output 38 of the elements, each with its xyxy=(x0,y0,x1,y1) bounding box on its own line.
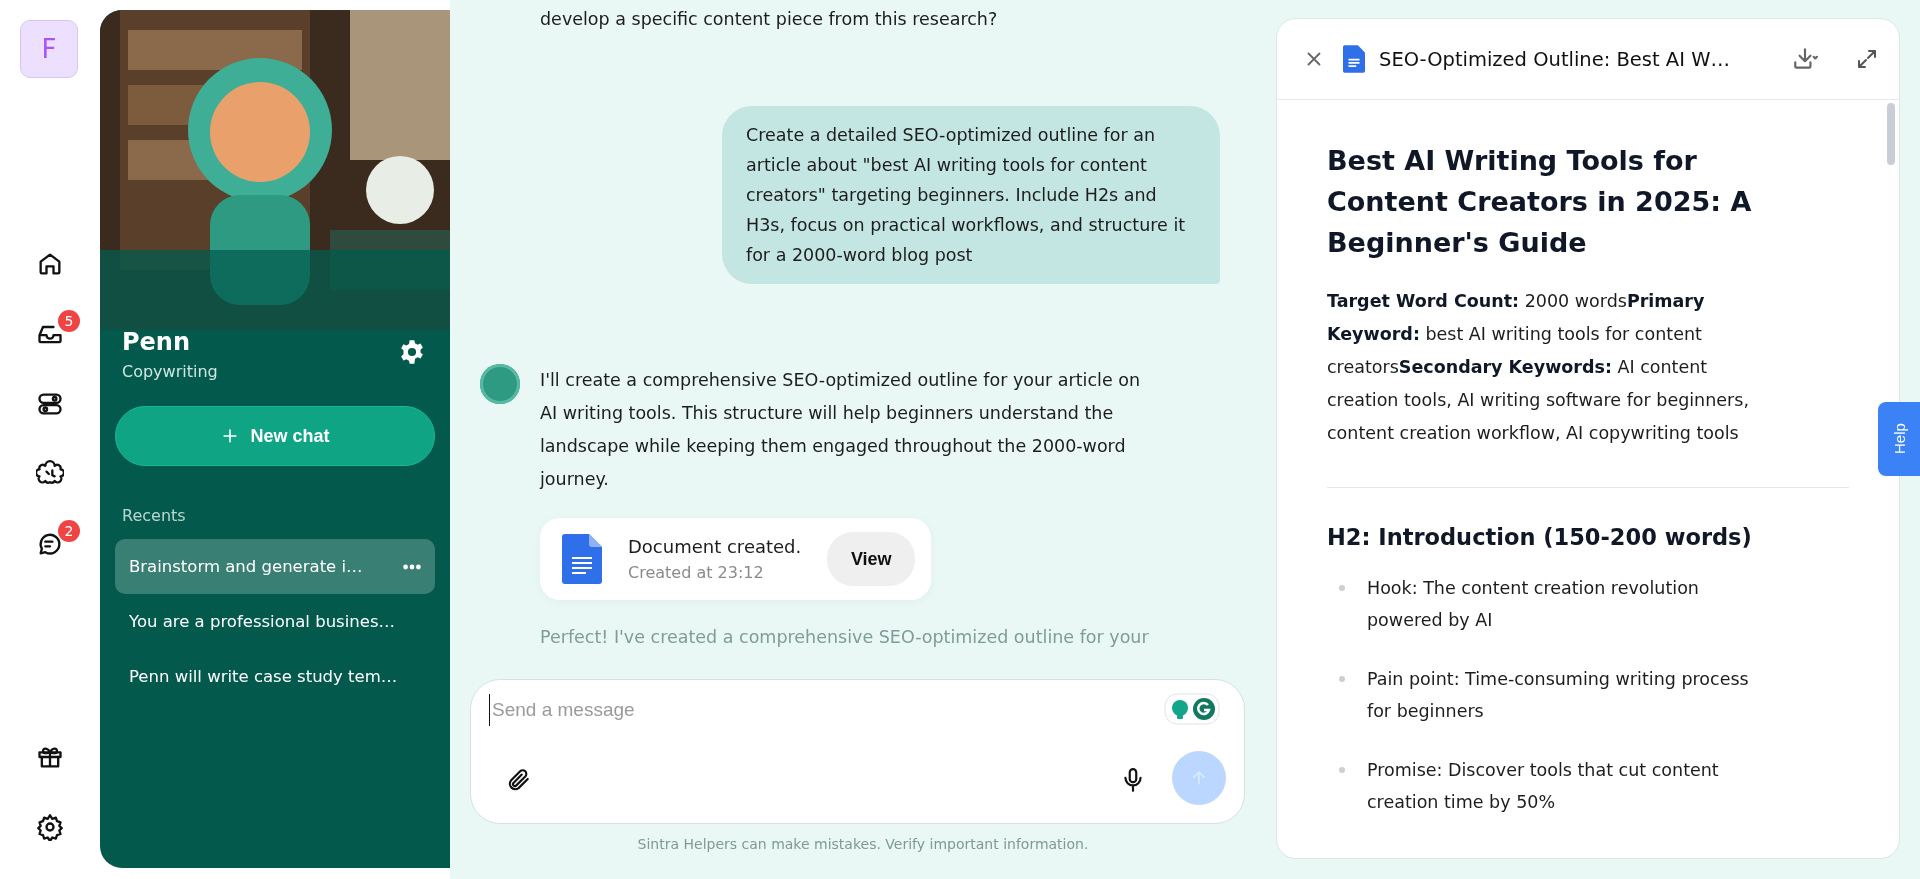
message-input[interactable]: Send a message xyxy=(489,694,1134,726)
document-icon xyxy=(1343,45,1365,73)
assistant-message: I'll create a comprehensive SEO-optimized outline for your article on AI writing tools. This structure will help beginners understand the landscape while keeping them engaged throughout the 2000-word journey. xyxy=(540,369,1142,491)
recent-chat-item[interactable]: Penn will write case study tem… xyxy=(115,649,435,704)
recent-chat-item[interactable]: You are a professional busines… xyxy=(115,594,435,649)
expand-icon[interactable] xyxy=(1855,47,1879,71)
count-badge: 2 xyxy=(58,520,80,542)
new-chat-button[interactable]: New chat xyxy=(115,406,435,466)
agent-name: Penn xyxy=(122,328,192,356)
agent-avatar xyxy=(480,364,520,404)
document-icon xyxy=(562,534,602,584)
document-title: SEO-Optimized Outline: Best AI W… xyxy=(1379,47,1730,71)
bullet-icon xyxy=(1339,767,1345,773)
recent-chat-item[interactable]: Brainstorm and generate i… xyxy=(115,539,435,594)
bullet-icon xyxy=(1339,585,1345,591)
list-item: Hook: The content creation revolution powered by AI xyxy=(1367,577,1700,632)
assistant-message: develop a specific content piece from this research? xyxy=(540,8,999,31)
agent-role: Copywriting xyxy=(122,362,218,381)
document-heading: Best AI Writing Tools for Content Creators in 2025: A Beginner's Guide xyxy=(1327,144,1753,260)
document-title: Document created. xyxy=(628,536,802,557)
list-item: Pain point: Time-consuming writing process for beginners xyxy=(1367,668,1750,723)
user-avatar[interactable]: F xyxy=(20,20,78,78)
user-message: Create a detailed SEO-optimized outline for an article about "best AI writing tools for content creators" targeting beginners. Include H2s and H3s, focus on practical workflows, and structure it for a 2000-word blog post xyxy=(722,106,1220,284)
bullet-icon xyxy=(1339,676,1345,682)
count-badge: 5 xyxy=(58,310,80,332)
section-label: Recents xyxy=(122,506,187,525)
settings-icon[interactable] xyxy=(398,338,426,366)
help-tab[interactable]: Help xyxy=(1878,402,1920,476)
list-item: Promise: Discover tools that cut content creation time by 50% xyxy=(1367,759,1720,814)
document-paragraph: Target Word Count: 2000 wordsPrimary Keyword: best AI writing tools for content creatorsSecondary Keywords: AI content creation tools, AI writing software for beginners, content creation workflow, AI copywriting tools xyxy=(1327,290,1750,445)
settings-icon xyxy=(36,813,64,841)
assistant-message: Perfect! I've created a comprehensive SEO-optimized outline for your xyxy=(540,626,1150,649)
scrollbar-thumb[interactable] xyxy=(1887,103,1895,165)
extension-icons[interactable] xyxy=(1164,693,1220,725)
disclaimer-text: Sintra Helpers can make mistakes. Verify important information. xyxy=(636,835,1090,854)
section-heading: H2: Introduction (150-200 words) xyxy=(1327,524,1753,550)
document-timestamp: Created at 23:12 xyxy=(628,563,765,582)
view-button[interactable]: View xyxy=(827,532,916,586)
